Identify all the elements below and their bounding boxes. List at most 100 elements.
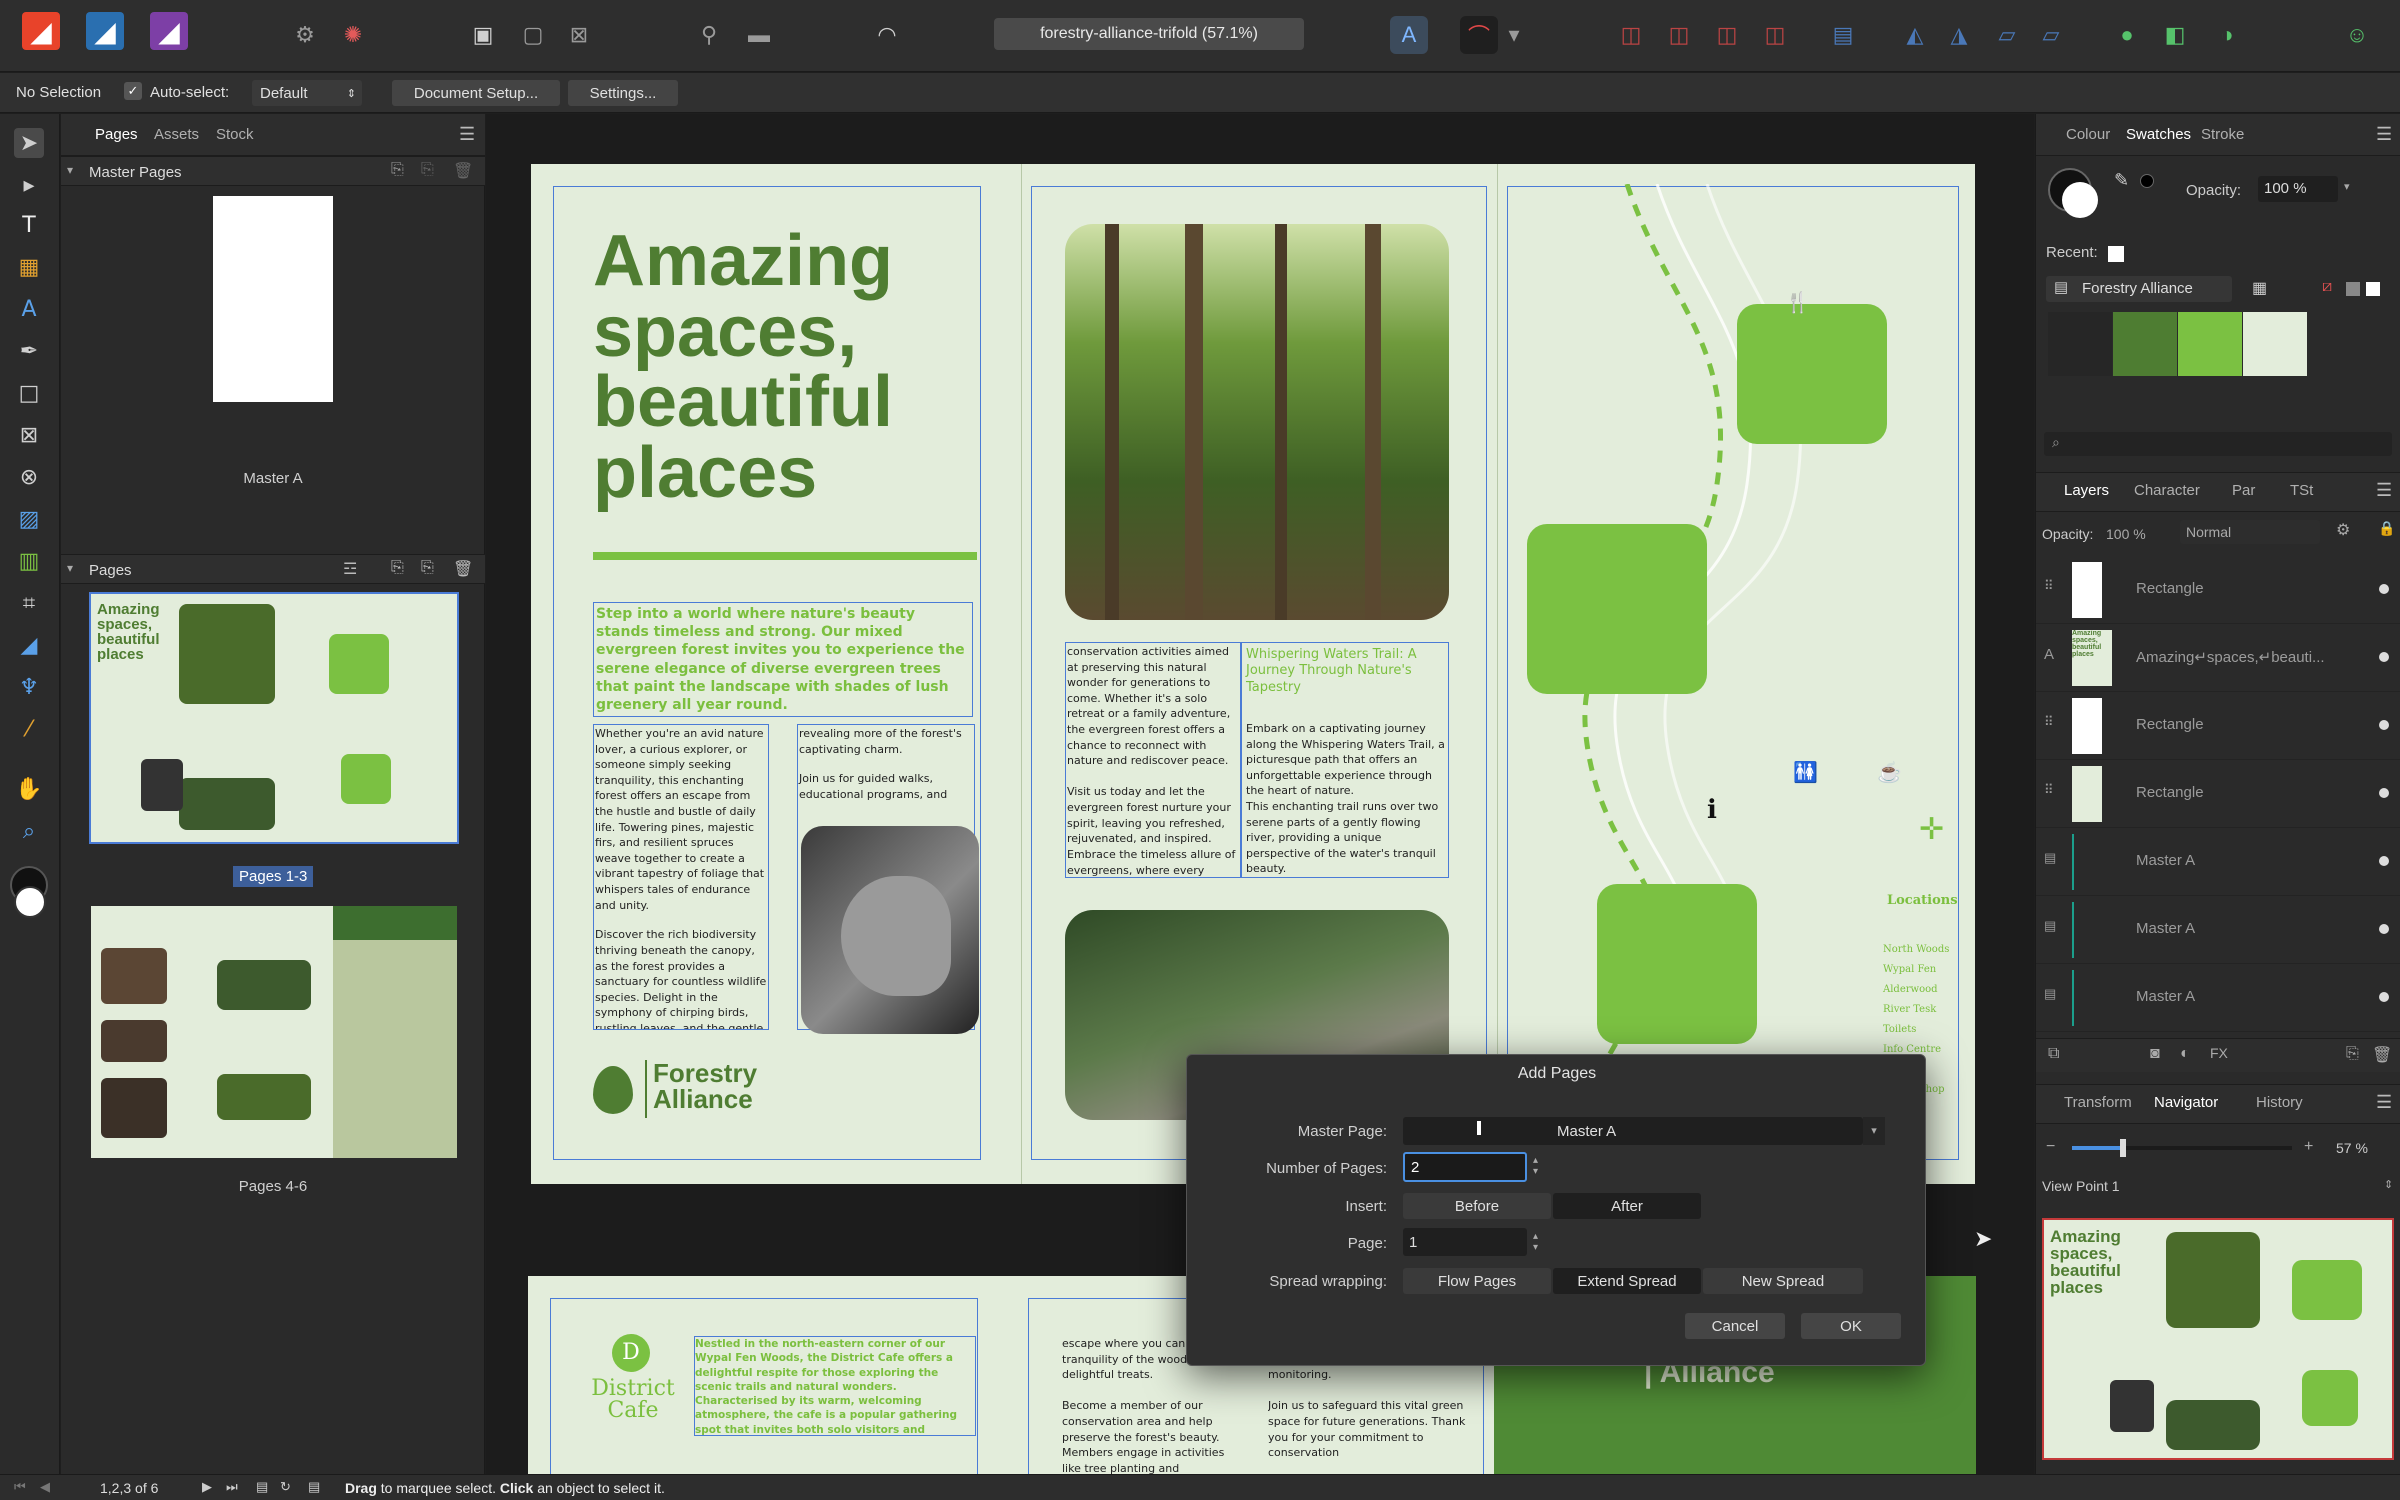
flow-pages-button[interactable]: Flow Pages — [1403, 1268, 1551, 1294]
last-page-icon[interactable]: ⏭ — [226, 1479, 238, 1495]
autoselect-dropdown[interactable]: Default ⇕ — [252, 80, 362, 106]
layer-row[interactable]: ⠿ Rectangle — [2036, 556, 2400, 624]
pen-tool-icon[interactable]: ✒ — [14, 336, 44, 366]
master-pages-header[interactable]: ▾ Master Pages ⎘ ⎘ 🗑 — [61, 156, 485, 186]
document-setup-button[interactable]: Document Setup... — [392, 80, 560, 106]
panel-menu-icon[interactable]: ☰ — [2376, 480, 2392, 501]
deer-image[interactable] — [801, 826, 979, 1034]
forest-image[interactable] — [1065, 224, 1449, 620]
white-swatch-icon[interactable] — [2366, 282, 2380, 296]
resource-manager-icon[interactable]: ▥ — [14, 546, 44, 576]
chevron-down-icon[interactable]: ▾ — [2344, 180, 2350, 193]
blend-mode-dropdown[interactable]: Normal — [2180, 520, 2320, 544]
rotate-right-icon[interactable]: ▱ — [2032, 16, 2070, 54]
boolean-intersect-icon[interactable]: ◑ — [2208, 16, 2246, 54]
layer-visibility-dot[interactable] — [2379, 856, 2389, 866]
panel-menu-icon[interactable]: ☰ — [2376, 124, 2392, 145]
designer-persona-icon[interactable]: ◢ — [22, 12, 60, 50]
fill-color-well[interactable] — [14, 886, 46, 918]
page-indicator[interactable]: 1,2,3 of 6 — [100, 1480, 158, 1496]
layer-row[interactable]: A Amazing spaces, beautiful places Amazi… — [2036, 624, 2400, 692]
lock-icon[interactable]: 🔒 — [2378, 520, 2395, 537]
first-page-icon[interactable]: ⏮ — [14, 1479, 26, 1495]
publisher-persona-icon[interactable]: ◢ — [150, 12, 188, 50]
snapping-icon[interactable]: ⌒ — [1460, 16, 1498, 54]
loop-icon[interactable]: ↻ — [280, 1479, 291, 1495]
zoom-in-icon[interactable]: + — [2304, 1138, 2313, 1156]
tab-stroke[interactable]: Stroke — [2201, 126, 2244, 143]
cafe-lead-paragraph[interactable]: Nestled in the north-eastern corner of o… — [694, 1336, 976, 1436]
settings-gear-icon[interactable]: ⚙ — [286, 16, 324, 54]
panel-menu-icon[interactable]: ☰ — [459, 124, 475, 145]
spread-2-thumbnail[interactable] — [91, 906, 457, 1158]
navigator-preview[interactable]: Amazing spaces, beautiful places — [2042, 1218, 2394, 1460]
arrange-forward-icon[interactable]: ◫ — [1708, 16, 1746, 54]
swatch-search-input[interactable]: ⌕ — [2044, 432, 2392, 456]
layer-visibility-dot[interactable] — [2379, 992, 2389, 1002]
delete-layer-icon[interactable]: 🗑 — [2372, 1045, 2392, 1065]
layer-options-icon[interactable]: ⧉ — [2048, 1045, 2059, 1063]
mask-icon[interactable]: ◙ — [2150, 1045, 2160, 1063]
preview-icon[interactable]: ▤ — [308, 1479, 320, 1495]
tab-colour[interactable]: Colour — [2066, 126, 2110, 143]
cancel-button[interactable]: Cancel — [1685, 1313, 1785, 1339]
place-image-tool-icon[interactable]: ▨ — [14, 504, 44, 534]
arrange-backward-icon[interactable]: ◫ — [1660, 16, 1698, 54]
tab-transform[interactable]: Transform — [2064, 1094, 2132, 1111]
clip-view-icon[interactable]: ⊠ — [560, 16, 598, 54]
palette-dropdown[interactable]: Forestry Alliance — [2046, 276, 2232, 302]
collapse-chevron-icon[interactable]: ▾ — [67, 561, 73, 575]
opacity-field[interactable]: 100 % — [2258, 176, 2338, 202]
view-point-label[interactable]: View Point 1 — [2042, 1178, 2120, 1194]
none-swatch-icon[interactable]: ⧄ — [2322, 278, 2332, 296]
palette-swatch[interactable] — [2048, 312, 2112, 376]
boolean-add-icon[interactable]: ● — [2108, 16, 2146, 54]
duplicate-master-icon[interactable]: ⎘ — [421, 161, 434, 179]
add-layer-icon[interactable]: ⎘ — [2346, 1045, 2359, 1063]
flip-horizontal-icon[interactable]: ◭ — [1896, 16, 1934, 54]
add-page-icon[interactable]: ⎘ — [391, 559, 404, 577]
palette-swatch[interactable] — [2113, 312, 2177, 376]
palette-swatch[interactable] — [2178, 312, 2242, 376]
ok-button[interactable]: OK — [1801, 1313, 1901, 1339]
zoom-slider-track[interactable] — [2072, 1139, 2292, 1157]
delete-master-icon[interactable]: 🗑 — [453, 161, 473, 181]
recent-swatch[interactable] — [2108, 246, 2124, 262]
swatch-view-icon[interactable]: ▦ — [2252, 278, 2267, 298]
layer-row[interactable]: ⠿ Rectangle — [2036, 760, 2400, 828]
lead-paragraph[interactable]: Step into a world where nature's beauty … — [593, 602, 973, 718]
number-of-pages-input[interactable] — [1403, 1152, 1527, 1182]
page-options-icon[interactable]: ☲ — [343, 559, 357, 579]
duplicate-page-icon[interactable]: ⎘ — [421, 559, 434, 577]
artistic-text-tool-icon[interactable]: A — [14, 294, 44, 324]
zoom-tool-icon[interactable]: ⌕ — [14, 816, 44, 846]
normal-view-icon[interactable]: ▣ — [464, 16, 502, 54]
text-frame-tool-icon[interactable]: T — [14, 210, 44, 240]
new-spread-button[interactable]: New Spread — [1703, 1268, 1863, 1294]
snapping-dropdown-icon[interactable]: ▾ — [1504, 16, 1524, 54]
collapse-chevron-icon[interactable]: ▾ — [67, 163, 73, 177]
layer-visibility-dot[interactable] — [2379, 720, 2389, 730]
picture-frame-tool-icon[interactable]: ⊠ — [14, 420, 44, 450]
color-picker-tool-icon[interactable]: ⁄ — [14, 714, 44, 744]
trail-text-frame[interactable]: Whispering Waters Trail: A Journey Throu… — [1241, 642, 1449, 878]
layer-visibility-dot[interactable] — [2379, 584, 2389, 594]
master-page-dropdown[interactable]: Master A — [1403, 1117, 1863, 1145]
tab-character[interactable]: Character — [2134, 482, 2200, 499]
spread-1-thumbnail[interactable]: Amazing spaces, beautiful places — [89, 592, 459, 844]
hand-tool-icon[interactable]: ✋ — [14, 774, 44, 804]
tab-navigator[interactable]: Navigator — [2154, 1094, 2218, 1111]
align-icon[interactable]: ▤ — [1824, 16, 1862, 54]
tab-assets[interactable]: Assets — [154, 126, 199, 143]
middle-body-column[interactable]: conservation activities aimed at preserv… — [1065, 642, 1241, 878]
preflight-icon[interactable]: ✺ — [334, 16, 372, 54]
insert-before-button[interactable]: Before — [1403, 1193, 1551, 1219]
stepper-icon[interactable]: ▴ ▾ — [1533, 1155, 1538, 1177]
insert-after-button[interactable]: After — [1553, 1193, 1701, 1219]
tab-text-styles[interactable]: TSt — [2290, 482, 2313, 499]
autoselect-checkbox[interactable]: ✓ — [124, 82, 142, 100]
page-input[interactable] — [1403, 1228, 1527, 1256]
layer-row[interactable]: ▤ Master A — [2036, 896, 2400, 964]
ellipse-frame-tool-icon[interactable]: ⊗ — [14, 462, 44, 492]
fill-tool-icon[interactable]: ◢ — [14, 630, 44, 660]
